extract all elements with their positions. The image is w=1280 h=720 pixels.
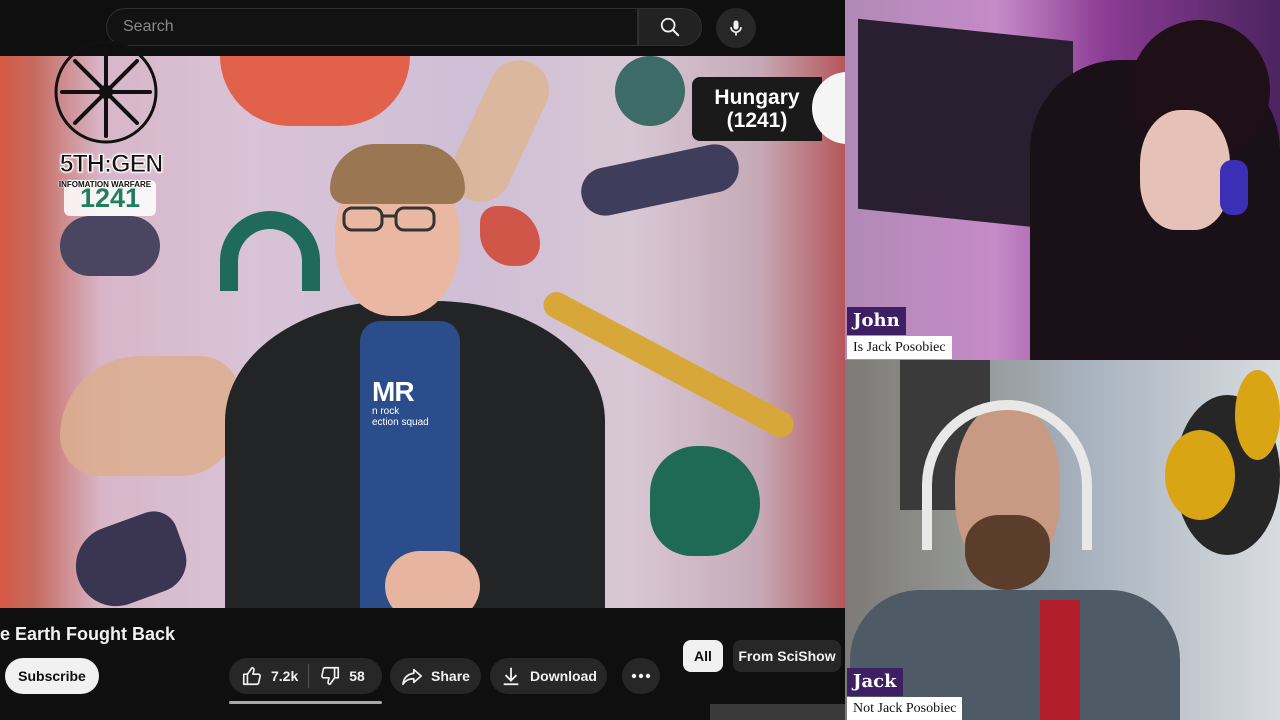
background-blob — [480, 206, 540, 266]
video-title: e Earth Fought Back — [0, 624, 176, 644]
country-overlay: Hungary (1241) — [692, 77, 822, 141]
background-blob — [576, 139, 744, 221]
presenter-hair — [330, 144, 465, 204]
dislike-button[interactable]: 58 — [319, 665, 365, 687]
background-blob — [220, 211, 320, 291]
background-blob — [60, 216, 160, 276]
jack-zipper — [1040, 600, 1080, 720]
shirt-logo: MR — [372, 376, 415, 407]
download-label: Download — [530, 668, 597, 684]
country-name: Hungary — [714, 86, 800, 109]
voice-search-button[interactable] — [716, 8, 756, 48]
share-button[interactable]: Share — [390, 658, 481, 694]
subtitle-plate-jack: Not Jack Posobiec — [847, 697, 963, 720]
thumbs-down-icon — [321, 666, 340, 686]
more-actions-button[interactable] — [622, 658, 660, 694]
logo-subtitle: INFOMATION WARFARE — [58, 180, 152, 189]
search-button[interactable] — [638, 8, 702, 46]
channel-logo: 5TH:GEN INFOMATION WARFARE — [40, 40, 170, 200]
subtitle-plate-john: Is Jack Posobiec — [847, 336, 952, 359]
like-dislike-bar: 7.2k 58 — [229, 658, 382, 694]
search-placeholder: Search — [123, 18, 174, 35]
name-plate-john: John — [847, 307, 906, 335]
chaos-star-icon — [54, 40, 158, 144]
download-icon — [503, 667, 519, 686]
subscribe-button[interactable]: Subscribe — [5, 658, 99, 694]
like-divider — [308, 664, 310, 688]
background-blob — [615, 56, 685, 126]
more-horizontal-icon — [631, 673, 651, 679]
search-icon — [660, 17, 680, 37]
sunflower-icon — [1235, 370, 1280, 460]
sunflower-icon — [1165, 430, 1235, 520]
headphones-icon — [1220, 160, 1248, 215]
youtube-window: Search MR n rock ection squad Hungary (1… — [0, 0, 845, 720]
shirt-text: n rock ection squad — [372, 406, 429, 428]
background-blob — [64, 504, 196, 608]
background-blob — [650, 446, 760, 556]
share-icon — [402, 668, 423, 686]
dislike-count: 58 — [349, 668, 365, 684]
background-blob — [220, 56, 410, 126]
share-label: Share — [431, 668, 470, 684]
thumbs-up-icon — [242, 666, 261, 686]
microphone-icon — [730, 20, 742, 36]
chip-from-scishow[interactable]: From SciShow — [733, 640, 841, 672]
recommended-thumbnail[interactable] — [710, 704, 845, 720]
country-year: (1241) — [726, 109, 788, 132]
name-plate-jack: Jack — [847, 668, 903, 696]
like-progress — [229, 701, 382, 704]
logo-title: 5TH:GEN — [59, 150, 164, 179]
chip-all[interactable]: All — [683, 640, 723, 672]
like-button[interactable]: 7.2k — [229, 665, 298, 687]
presenter-hands — [385, 551, 480, 608]
search-input[interactable]: Search — [106, 8, 638, 46]
glasses-icon — [342, 206, 436, 232]
download-button[interactable]: Download — [490, 658, 607, 694]
like-count: 7.2k — [271, 668, 299, 684]
background-blob — [60, 356, 240, 476]
